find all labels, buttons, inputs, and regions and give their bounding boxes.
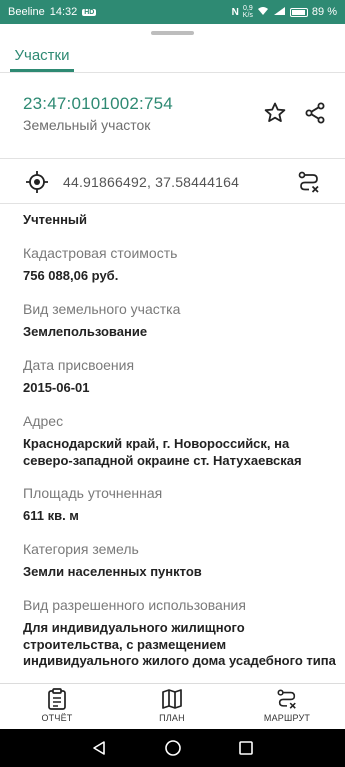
report-button[interactable]: ОТЧЁТ <box>17 684 97 729</box>
battery-label: 89 % <box>311 6 337 18</box>
assignment-date-label: Дата присвоения <box>23 357 135 373</box>
parcel-type: Земельный участок <box>23 117 151 133</box>
favorite-button[interactable] <box>262 100 288 126</box>
home-icon[interactable] <box>164 739 182 757</box>
divider <box>0 72 345 73</box>
route-icon <box>277 689 296 709</box>
permitted-use-label: Вид разрешенного использования <box>23 597 246 613</box>
status-bar: Beeline 14:32 HD N 0,9 K/s 89 % <box>0 0 345 24</box>
network-speed: 0,9 K/s <box>242 5 253 19</box>
clock: 14:32 <box>49 6 78 18</box>
locate-button[interactable] <box>25 170 49 194</box>
coordinates-text[interactable]: 44.91866492, 37.58444164 <box>63 174 239 190</box>
route-icon <box>298 171 319 193</box>
cadastral-value-label: Кадастровая стоимость <box>23 245 178 261</box>
divider <box>0 203 345 204</box>
parcel-kind-value: Землепользование <box>23 324 148 339</box>
parcel-status: Учтенный <box>23 212 88 227</box>
area-value: 611 кв. м <box>23 508 79 523</box>
hd-badge: HD <box>82 8 97 16</box>
battery-icon <box>289 7 308 17</box>
address-label: Адрес <box>23 413 64 429</box>
route-button[interactable] <box>296 169 322 195</box>
signal-icon <box>273 6 286 19</box>
share-button[interactable] <box>302 100 328 126</box>
map-icon <box>162 689 182 709</box>
recents-icon[interactable] <box>237 739 255 757</box>
cadastral-number: 23:47:0101002:754 <box>23 94 173 113</box>
share-icon <box>305 102 325 124</box>
parcel-kind-label: Вид земельного участка <box>23 301 181 317</box>
plan-button[interactable]: ПЛАН <box>132 684 212 729</box>
wifi-icon <box>257 6 269 19</box>
permitted-use-value: Для индивидуального жилищного строительс… <box>23 620 336 668</box>
system-navigation-bar <box>0 729 345 767</box>
star-icon <box>264 102 286 122</box>
area-label: Площадь уточненная <box>23 485 163 501</box>
tab-parcels[interactable]: Участки <box>10 38 74 72</box>
sheet-drag-handle[interactable] <box>151 31 194 35</box>
land-category-value: Земли населенных пунктов <box>23 564 202 579</box>
address-value: Краснодарский край, г. Новороссийск, на … <box>23 436 302 468</box>
bottom-navigation: ОТЧЁТ ПЛАН МАРШРУТ <box>0 684 345 729</box>
assignment-date-value: 2015-06-01 <box>23 380 90 395</box>
route-nav-button[interactable]: МАРШРУТ <box>247 684 327 729</box>
plan-label: ПЛАН <box>159 713 185 723</box>
back-icon[interactable] <box>90 739 108 757</box>
carrier-label: Beeline <box>8 6 45 18</box>
land-category-label: Категория земель <box>23 541 139 557</box>
divider <box>0 158 345 159</box>
target-icon <box>26 171 48 193</box>
route-label: МАРШРУТ <box>263 713 311 723</box>
nfc-icon: N <box>231 6 239 18</box>
report-label: ОТЧЁТ <box>41 713 73 723</box>
report-icon <box>48 688 66 710</box>
cadastral-value: 756 088,06 руб. <box>23 268 119 283</box>
